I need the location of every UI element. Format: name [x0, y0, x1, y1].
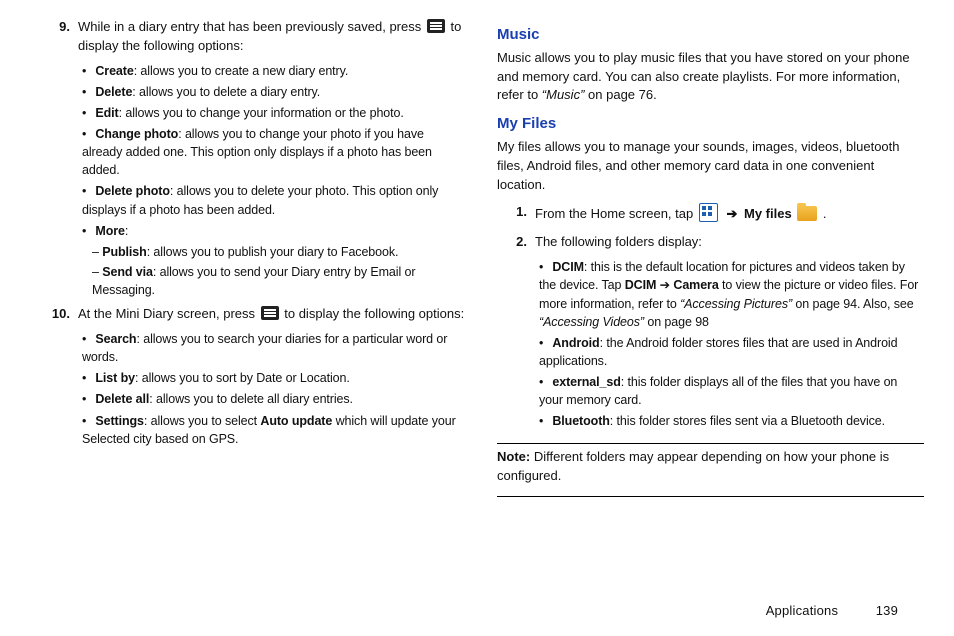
step-1: 1. From the Home screen, tap ➔ My files … — [497, 203, 924, 230]
menu-icon — [427, 19, 445, 33]
music-paragraph: Music allows you to play music files tha… — [497, 49, 924, 106]
list-number: 2. — [497, 233, 535, 433]
page-number: 139 — [864, 603, 898, 618]
bullet-item: • Settings: allows you to select Auto up… — [82, 412, 467, 448]
footer-section: Applications — [766, 603, 839, 618]
myfiles-paragraph: My files allows you to manage your sound… — [497, 138, 924, 195]
divider — [497, 443, 924, 444]
list-body: While in a diary entry that has been pre… — [78, 18, 467, 301]
list-number: 9. — [40, 18, 78, 301]
step-2: 2. The following folders display: • DCIM… — [497, 233, 924, 433]
page: 9. While in a diary entry that has been … — [0, 0, 954, 501]
bullet-item: • List by: allows you to sort by Date or… — [82, 369, 467, 387]
bullet-item: • More: — [82, 222, 467, 240]
step-body: From the Home screen, tap ➔ My files . — [535, 203, 924, 230]
note: Note: Different folders may appear depen… — [497, 448, 924, 486]
step1-text: From the Home screen, tap ➔ My files . — [535, 203, 924, 224]
list-number: 10. — [40, 305, 78, 451]
folder-bullet: • DCIM: this is the default location for… — [539, 258, 924, 331]
folder-bullet: • Bluetooth: this folder stores files se… — [539, 412, 924, 430]
folder-bullet: • Android: the Android folder stores fil… — [539, 334, 924, 370]
item9-lead: While in a diary entry that has been pre… — [78, 18, 467, 56]
bullet-item: • Delete all: allows you to delete all d… — [82, 390, 467, 408]
dash-item: – Send via: allows you to send your Diar… — [92, 263, 467, 299]
divider — [497, 496, 924, 497]
page-footer: Applications 139 — [766, 603, 898, 618]
step2-text: The following folders display: — [535, 233, 924, 252]
right-column: Music Music allows you to play music fil… — [497, 18, 924, 501]
bullet-item: • Search: allows you to search your diar… — [82, 330, 467, 366]
bullet-item: • Change photo: allows you to change you… — [82, 125, 467, 179]
bullet-item: • Create: allows you to create a new dia… — [82, 62, 467, 80]
bullet-item: • Edit: allows you to change your inform… — [82, 104, 467, 122]
folder-icon — [797, 206, 817, 221]
list-body: At the Mini Diary screen, press to displ… — [78, 305, 467, 451]
menu-icon — [261, 306, 279, 320]
item10-lead: At the Mini Diary screen, press to displ… — [78, 305, 467, 324]
folder-bullet: • external_sd: this folder displays all … — [539, 373, 924, 409]
left-column: 9. While in a diary entry that has been … — [40, 18, 467, 501]
section-heading-music: Music — [497, 24, 924, 46]
list-number: 1. — [497, 203, 535, 230]
apps-grid-icon — [699, 203, 718, 222]
dash-item: – Publish: allows you to publish your di… — [92, 243, 467, 261]
list-item-9: 9. While in a diary entry that has been … — [40, 18, 467, 301]
bullet-item: • Delete: allows you to delete a diary e… — [82, 83, 467, 101]
step-body: The following folders display: • DCIM: t… — [535, 233, 924, 433]
bullet-item: • Delete photo: allows you to delete you… — [82, 182, 467, 218]
arrow-icon: ➔ — [726, 206, 737, 221]
section-heading-myfiles: My Files — [497, 113, 924, 135]
list-item-10: 10. At the Mini Diary screen, press to d… — [40, 305, 467, 451]
